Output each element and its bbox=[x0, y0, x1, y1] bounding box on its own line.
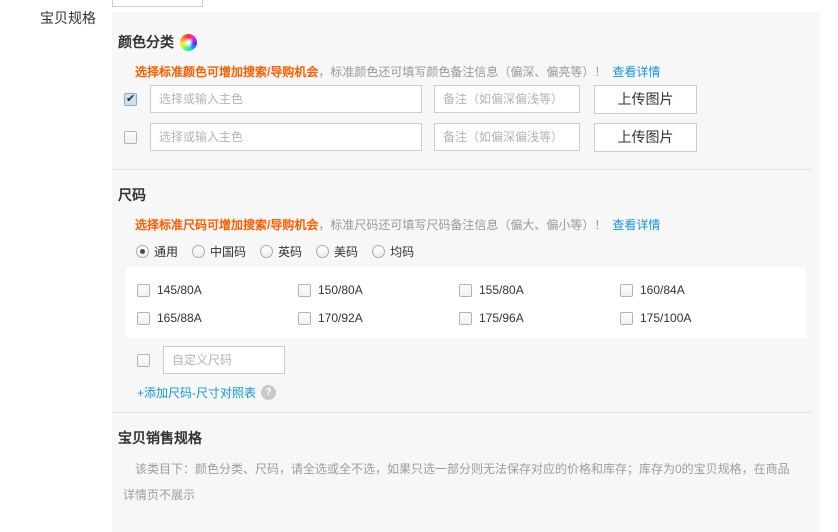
size-checkbox[interactable] bbox=[459, 284, 472, 297]
sales-spec-title: 宝贝销售规格 bbox=[118, 428, 806, 448]
radio-label: 英码 bbox=[278, 243, 302, 260]
section-divider bbox=[112, 169, 812, 170]
radio-icon[interactable] bbox=[372, 245, 385, 258]
size-option[interactable]: 170/92A bbox=[298, 311, 459, 325]
color-row-1-main-input[interactable] bbox=[150, 85, 422, 113]
radio-label: 通用 bbox=[154, 243, 178, 260]
radio-icon[interactable] bbox=[192, 245, 205, 258]
size-option-label: 175/100A bbox=[640, 311, 691, 325]
size-checkbox[interactable] bbox=[620, 284, 633, 297]
color-view-details-link[interactable]: 查看详情 bbox=[612, 65, 660, 79]
radio-label: 均码 bbox=[390, 243, 414, 260]
size-view-details-link[interactable]: 查看详情 bbox=[612, 218, 660, 232]
color-row-1-note-input[interactable] bbox=[434, 85, 580, 113]
size-checkbox[interactable] bbox=[137, 312, 150, 325]
size-section-title-text: 尺码 bbox=[118, 185, 146, 205]
size-option-label: 150/80A bbox=[318, 283, 363, 297]
radio-standard-uk[interactable]: 英码 bbox=[260, 243, 302, 260]
color-section-title: 颜色分类 bbox=[118, 32, 806, 52]
section-divider bbox=[112, 412, 812, 413]
size-tip: 选择标准尺码可增加搜索/导购机会，标准尺码还可填写尺码备注信息（偏大、偏小等）！… bbox=[135, 217, 806, 233]
size-tip-rest: ，标准尺码还可填写尺码备注信息（偏大、偏小等）！ bbox=[318, 218, 606, 232]
size-checkbox[interactable] bbox=[298, 312, 311, 325]
size-checkbox[interactable] bbox=[137, 284, 150, 297]
specs-panel: 颜色分类 选择标准颜色可增加搜索/导购机会，标准颜色还可填写颜色备注信息（偏深、… bbox=[112, 12, 820, 532]
color-category-section: 颜色分类 选择标准颜色可增加搜索/导购机会，标准颜色还可填写颜色备注信息（偏深、… bbox=[112, 32, 820, 151]
color-section-title-text: 颜色分类 bbox=[118, 32, 174, 52]
radio-label: 中国码 bbox=[210, 243, 246, 260]
size-option[interactable]: 150/80A bbox=[298, 283, 459, 297]
color-row-2-upload-button[interactable]: 上传图片 bbox=[594, 123, 697, 152]
size-options-grid: 145/80A 150/80A 155/80A 160/84A 165/88A … bbox=[126, 267, 806, 338]
size-option[interactable]: 175/100A bbox=[620, 311, 781, 325]
color-row-2-note-input[interactable] bbox=[434, 123, 580, 151]
help-icon[interactable]: ? bbox=[261, 385, 276, 400]
size-checkbox[interactable] bbox=[620, 312, 633, 325]
custom-size-checkbox[interactable] bbox=[137, 354, 150, 367]
size-section-title: 尺码 bbox=[118, 185, 806, 205]
size-option-label: 175/96A bbox=[479, 311, 524, 325]
size-option-label: 160/84A bbox=[640, 283, 685, 297]
color-tip-rest: ，标准颜色还可填写颜色备注信息（偏深、偏亮等）！ bbox=[318, 65, 606, 79]
size-checkbox[interactable] bbox=[459, 312, 472, 325]
size-tip-highlight: 选择标准尺码可增加搜索/导购机会 bbox=[135, 218, 318, 232]
radio-icon[interactable] bbox=[260, 245, 273, 258]
size-option[interactable]: 165/88A bbox=[137, 311, 298, 325]
size-option[interactable]: 175/96A bbox=[459, 311, 620, 325]
size-checkbox[interactable] bbox=[298, 284, 311, 297]
custom-size-input[interactable] bbox=[163, 346, 285, 374]
page-section-label: 宝贝规格 bbox=[40, 8, 96, 28]
size-option[interactable]: 145/80A bbox=[137, 283, 298, 297]
size-option-label: 170/92A bbox=[318, 311, 363, 325]
radio-icon[interactable] bbox=[136, 245, 149, 258]
size-option[interactable]: 155/80A bbox=[459, 283, 620, 297]
custom-size-row bbox=[137, 346, 806, 374]
color-row-2-checkbox[interactable] bbox=[124, 131, 137, 144]
radio-icon[interactable] bbox=[316, 245, 329, 258]
size-option[interactable]: 160/84A bbox=[620, 283, 781, 297]
color-tip: 选择标准颜色可增加搜索/导购机会，标准颜色还可填写颜色备注信息（偏深、偏亮等）！… bbox=[135, 64, 806, 80]
radio-standard-universal[interactable]: 通用 bbox=[136, 243, 178, 260]
color-row-2: 上传图片 bbox=[124, 123, 806, 151]
color-row-2-main-input[interactable] bbox=[150, 123, 422, 151]
sales-spec-description: 该类目下：颜色分类、尺码，请全选或全不选，如果只选一部分则无法保存对应的价格和库… bbox=[123, 456, 795, 508]
color-row-1-upload-button[interactable]: 上传图片 bbox=[594, 85, 697, 114]
radio-standard-us[interactable]: 美码 bbox=[316, 243, 358, 260]
radio-standard-china[interactable]: 中国码 bbox=[192, 243, 246, 260]
add-size-chart-link[interactable]: +添加尺码-尺寸对照表 bbox=[137, 384, 256, 401]
previous-field-input[interactable] bbox=[112, 0, 203, 7]
color-row-1-checkbox[interactable] bbox=[124, 93, 137, 106]
radio-standard-onesize[interactable]: 均码 bbox=[372, 243, 414, 260]
size-section: 尺码 选择标准尺码可增加搜索/导购机会，标准尺码还可填写尺码备注信息（偏大、偏小… bbox=[112, 185, 820, 400]
sales-spec-section: 宝贝销售规格 该类目下：颜色分类、尺码，请全选或全不选，如果只选一部分则无法保存… bbox=[112, 428, 820, 508]
size-standard-radio-group: 通用 中国码 英码 美码 均码 bbox=[136, 243, 806, 259]
color-wheel-icon bbox=[180, 34, 197, 51]
radio-label: 美码 bbox=[334, 243, 358, 260]
size-option-label: 155/80A bbox=[479, 283, 524, 297]
color-tip-highlight: 选择标准颜色可增加搜索/导购机会 bbox=[135, 65, 318, 79]
color-row-1: 上传图片 bbox=[124, 85, 806, 113]
add-size-chart-row: +添加尺码-尺寸对照表 ? bbox=[137, 384, 806, 400]
size-option-label: 165/88A bbox=[157, 311, 202, 325]
size-option-label: 145/80A bbox=[157, 283, 202, 297]
